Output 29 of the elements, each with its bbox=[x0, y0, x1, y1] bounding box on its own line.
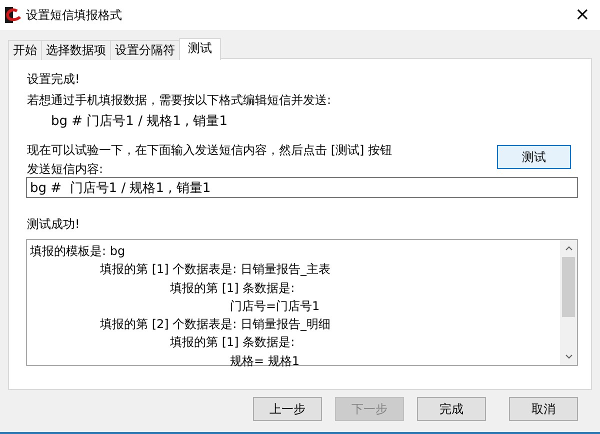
tab[interactable]: 开始 bbox=[8, 40, 42, 60]
output-line: 填报的第 [1] 条数据是: bbox=[169, 280, 295, 297]
output-line: 填报的第 [2] 个数据表是: 日销量报告_明细 bbox=[99, 316, 330, 334]
result-label: 测试成功! bbox=[27, 216, 81, 233]
output-line: 填报的第 [1] 条数据是: bbox=[169, 334, 295, 352]
tab[interactable]: 测试 bbox=[179, 38, 221, 60]
scrollbar[interactable] bbox=[560, 240, 577, 365]
output-line: 规格= 规格1 bbox=[229, 352, 300, 370]
scroll-down-icon[interactable] bbox=[564, 354, 572, 359]
output-line: 填报的模板是: bg bbox=[30, 243, 126, 260]
message-input[interactable]: bg # 门店号1 / 规格1 , 销量1 bbox=[26, 177, 578, 198]
scroll-thumb[interactable] bbox=[562, 257, 575, 317]
scroll-up-icon[interactable] bbox=[564, 246, 572, 251]
test-button[interactable]: 测试 bbox=[497, 145, 571, 169]
window-title: 设置短信填报格式 bbox=[26, 7, 122, 24]
status-text: 设置完成! bbox=[27, 71, 81, 88]
wizard-button[interactable]: 上一步 bbox=[253, 397, 322, 421]
close-button[interactable]: × bbox=[564, 6, 600, 24]
tab[interactable]: 选择数据项 bbox=[41, 40, 111, 60]
hint-text: 现在可以试验一下，在下面输入发送短信内容，然后点击 [测试] 按钮 bbox=[27, 142, 392, 159]
app-logo-icon bbox=[4, 6, 22, 24]
output-line: 门店号=门店号1 bbox=[229, 298, 320, 315]
format-text: bg # 门店号1 / 规格1 , 销量1 bbox=[50, 113, 229, 131]
input-label: 发送短信内容: bbox=[27, 161, 104, 177]
tab[interactable]: 设置分隔符 bbox=[110, 40, 180, 60]
output-line: 填报的第 [1] 个数据表是: 日销量报告_主表 bbox=[99, 261, 330, 278]
wizard-button[interactable]: 取消 bbox=[509, 397, 578, 421]
wizard-button[interactable]: 完成 bbox=[417, 397, 486, 421]
instruction-text: 若想通过手机填报数据，需要按以下格式编辑短信并发送: bbox=[27, 92, 332, 109]
